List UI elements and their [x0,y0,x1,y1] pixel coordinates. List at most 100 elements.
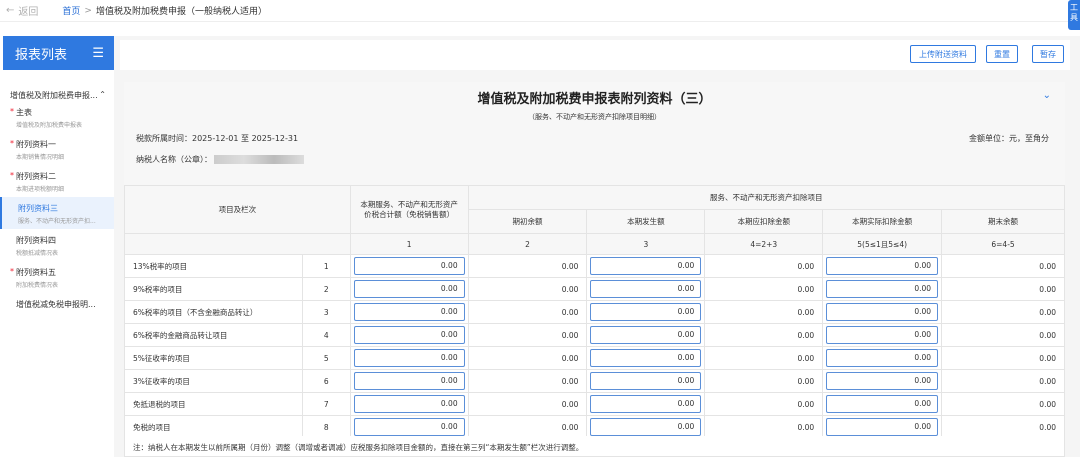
amount-input[interactable]: 0.00 [353,326,465,344]
sidebar-item-label: 附列资料三 [18,204,58,213]
required-marker: * [10,107,14,116]
row-number: 3 [301,300,351,324]
col-2-header: 期初余额 [467,209,588,234]
amount-value: 0.00 [704,300,824,324]
amount-input[interactable]: 0.00 [353,349,465,367]
column-index: 6=4-5 [941,233,1065,255]
breadcrumb-separator: > [84,5,92,16]
sidebar-title: 报表列表 [15,47,68,63]
sidebar-item-sub: 附加税费情况表 [16,282,59,289]
amount-input[interactable]: 0.00 [826,372,939,390]
menu-icon[interactable]: ☰ [92,46,104,61]
row-name: 6%税率的金融商品转让项目 [124,323,303,347]
amount-input[interactable]: 0.00 [353,303,465,321]
amount-value: 0.00 [704,254,824,278]
breadcrumb: 首页 > 增值税及附加税费申报（一般纳税人适用） [62,4,267,18]
amount-value: 0.00 [467,346,588,370]
input-cell: 0.00 [586,277,706,301]
back-button[interactable]: ← 返回 [6,3,38,18]
input-cell: 0.00 [822,254,943,278]
save-draft-button[interactable]: 暂存 [1032,45,1064,63]
breadcrumb-home[interactable]: 首页 [62,4,80,17]
amount-value: 0.00 [467,369,588,393]
amount-input[interactable]: 0.00 [826,280,939,298]
sidebar-item[interactable]: 附列资料三 服务、不动产和无形资产扣... [0,197,114,229]
redacted-name [214,155,304,164]
required-marker: * [10,171,14,180]
sidebar-item[interactable]: * 附列资料五 附加税费情况表 [0,261,114,293]
amount-input[interactable]: 0.00 [353,257,465,275]
amount-value: 0.00 [704,392,824,416]
row-number: 5 [301,346,351,370]
chevron-up-icon: ⌃ [99,90,106,99]
amount-input[interactable]: 0.00 [590,372,702,390]
edge-tool-tab[interactable]: 工具 [1068,0,1080,30]
sidebar-item[interactable]: * 主表增值税及附加税费申报表 [0,101,114,133]
amount-value: 0.00 [941,392,1065,416]
column-index: 2 [467,233,588,255]
form-subtitle: （服务、不动产和无形资产扣除项目明细） [528,113,661,121]
sidebar-item-sub: 增值税及附加税费申报表 [16,122,83,129]
sidebar-item[interactable]: 增值税减免税申报明... [0,293,114,316]
sidebar-group[interactable]: 增值税及附加税费申报... ⌃ [0,70,114,101]
table-row: 6%税率的项目（不含金融商品转让） 3 0.00 0.00 0.00 0.00 0.00 0.… [124,300,1065,324]
input-cell: 0.00 [349,392,469,416]
amount-input[interactable]: 0.00 [590,257,702,275]
amount-input[interactable]: 0.00 [353,280,465,298]
sidebar-item-label: 增值税减免税申报明... [16,300,96,309]
index-blank [124,233,351,255]
amount-input[interactable]: 0.00 [353,372,465,390]
col-group-header: 服务、不动产和无形资产扣除项目 [467,185,1066,210]
amount-input[interactable]: 0.00 [590,418,702,436]
amount-input[interactable]: 0.00 [590,280,702,298]
column-index: 1 [349,233,469,255]
sidebar-header: 报表列表 ☰ [3,36,114,70]
sidebar-item[interactable]: 附列资料四 税额抵减情况表 [0,229,114,261]
row-name: 免抵退税的项目 [124,392,303,416]
amount-value: 0.00 [704,369,824,393]
arrow-left-icon: ← [6,5,15,16]
sidebar-item[interactable]: * 附列资料一 本期销售情况明细 [0,133,114,165]
table-row: 9%税率的项目 2 0.00 0.00 0.00 0.00 0.00 0.00 [124,277,1065,301]
amount-input[interactable]: 0.00 [353,395,465,413]
amount-input[interactable]: 0.00 [590,326,702,344]
col-4-header: 本期应扣除金额 [704,209,824,234]
required-marker: * [10,139,14,148]
row-name: 3%征收率的项目 [124,369,303,393]
column-index: 5(5≤1且5≤4) [822,233,943,255]
required-marker: * [10,267,14,276]
row-number: 2 [301,277,351,301]
row-number: 1 [301,254,351,278]
tax-period: 税款所属时间：2025-12-01 至 2025-12-31 [136,134,299,143]
chevron-down-icon[interactable]: ⌄ [1043,90,1051,101]
reset-button[interactable]: 重置 [986,45,1018,63]
input-cell: 0.00 [349,254,469,278]
amount-value: 0.00 [941,369,1065,393]
amount-input[interactable]: 0.00 [826,418,939,436]
amount-input[interactable]: 0.00 [826,326,939,344]
sidebar-item-label: 附列资料四 [16,236,56,245]
amount-input[interactable]: 0.00 [353,418,465,436]
col-3-header: 本期发生额 [586,209,706,234]
table-row: 6%税率的金融商品转让项目 4 0.00 0.00 0.00 0.00 0.00 0.00 [124,323,1065,347]
column-index: 4=2+3 [704,233,824,255]
amount-input[interactable]: 0.00 [826,257,939,275]
row-name: 9%税率的项目 [124,277,303,301]
table-row: 13%税率的项目 1 0.00 0.00 0.00 0.00 0.00 0.00 [124,254,1065,278]
upload-attachment-button[interactable]: 上传附送资料 [910,45,976,63]
sidebar-item[interactable]: * 附列资料二 本期进项税额明细 [0,165,114,197]
sidebar-item-label: 主表 [16,108,32,117]
input-cell: 0.00 [349,369,469,393]
amount-input[interactable]: 0.00 [590,303,702,321]
taxpayer-name-label: 纳税人名称（公章）： [136,155,212,164]
amount-input[interactable]: 0.00 [826,395,939,413]
amount-input[interactable]: 0.00 [826,349,939,367]
amount-input[interactable]: 0.00 [590,349,702,367]
amount-value: 0.00 [941,300,1065,324]
input-cell: 0.00 [586,323,706,347]
amount-input[interactable]: 0.00 [826,303,939,321]
input-cell: 0.00 [822,277,943,301]
amount-input[interactable]: 0.00 [590,395,702,413]
input-cell: 0.00 [822,323,943,347]
input-cell: 0.00 [586,300,706,324]
